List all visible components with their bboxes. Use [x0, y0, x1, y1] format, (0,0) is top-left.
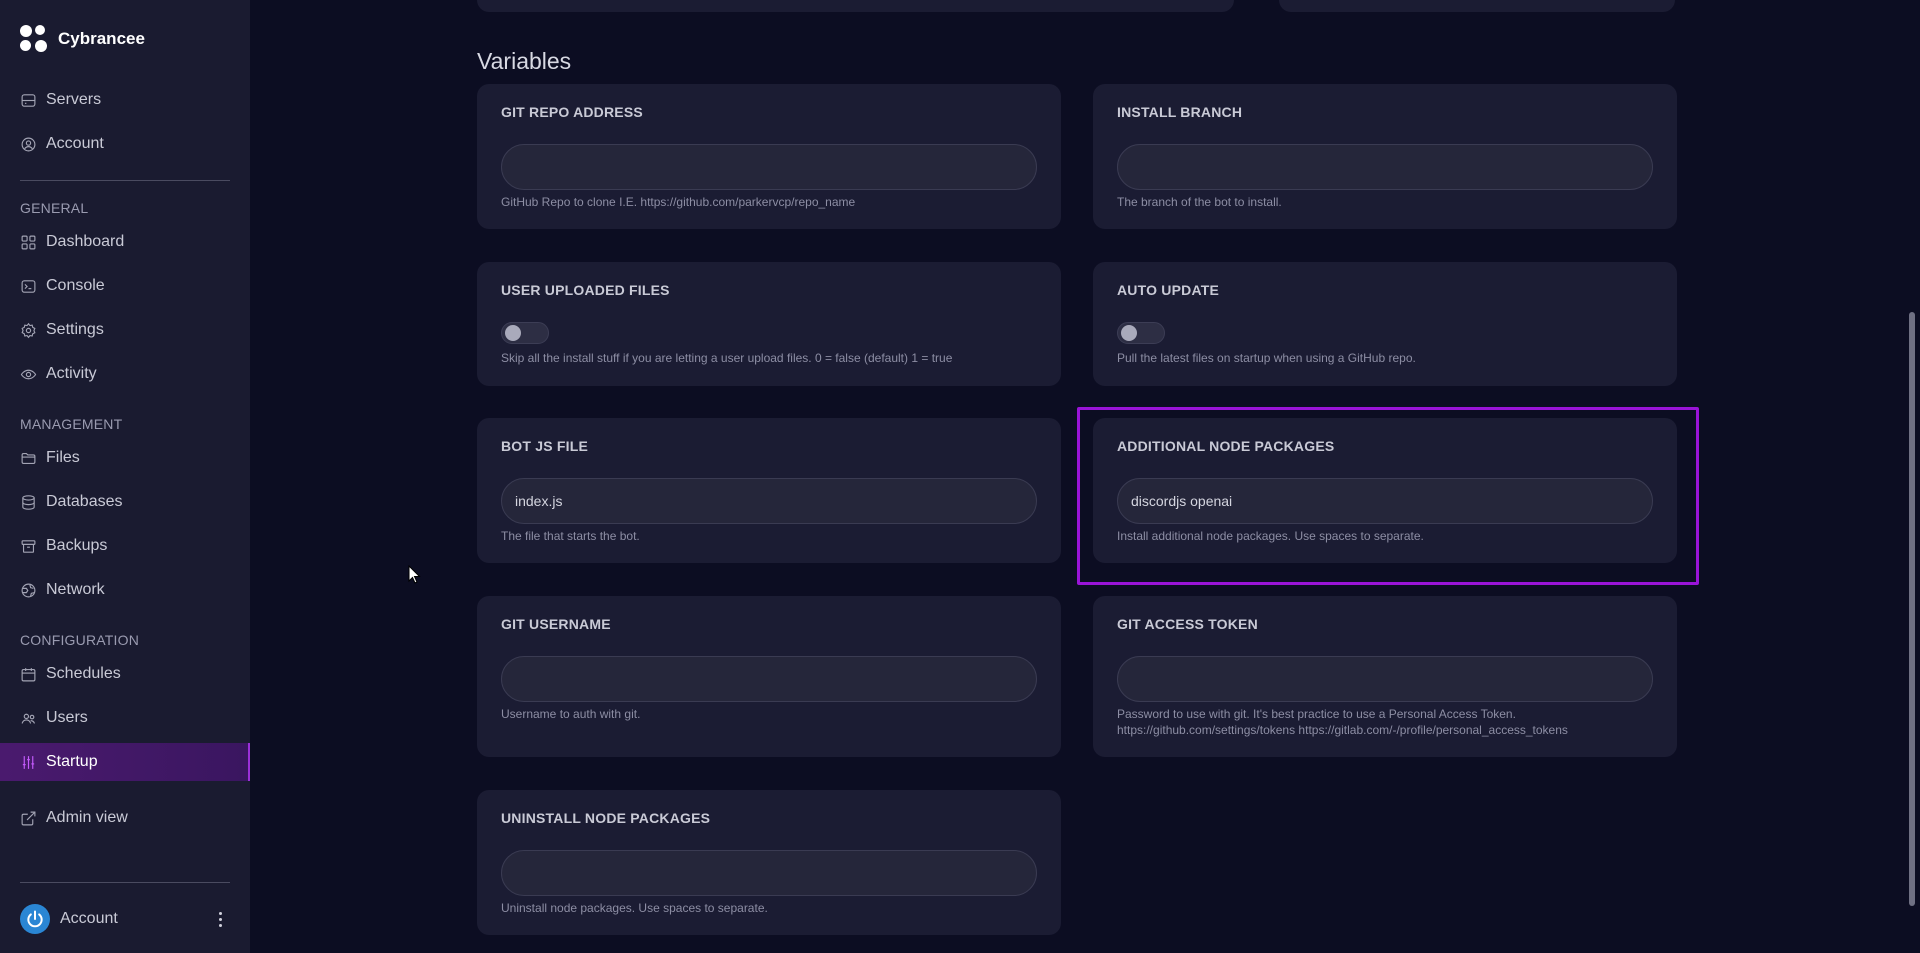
section-label-management: MANAGEMENT — [20, 416, 123, 432]
variable-hint-links: https://github.com/settings/tokens https… — [1117, 723, 1568, 737]
sidebar-item-label: Dashboard — [46, 233, 125, 250]
external-link-icon — [21, 811, 36, 825]
user-circle-icon — [21, 137, 36, 151]
variable-hint: The branch of the bot to install. — [1117, 195, 1282, 209]
variable-title: BOT JS FILE — [501, 438, 588, 454]
sidebar-item-label: Servers — [46, 91, 102, 108]
archive-icon — [21, 539, 36, 553]
variable-title: GIT USERNAME — [501, 616, 611, 632]
sidebar-item-label: Network — [46, 581, 105, 598]
grid-icon — [21, 235, 36, 249]
variable-card-auto-update: AUTO UPDATE Pull the latest files on sta… — [1093, 262, 1677, 386]
git-repo-address-input[interactable] — [501, 144, 1037, 190]
admin-view-link[interactable]: Admin view — [20, 799, 250, 837]
card-top-stub — [1279, 0, 1675, 12]
mouse-cursor-icon — [408, 565, 421, 584]
variable-card-git-repo-address: GIT REPO ADDRESS GitHub Repo to clone I.… — [477, 84, 1061, 229]
variable-card-bot-js-file: BOT JS FILE The file that starts the bot… — [477, 418, 1061, 563]
git-access-token-input[interactable] — [1117, 656, 1653, 702]
sidebar-item-label: Users — [46, 709, 88, 726]
sidebar-item-schedules[interactable]: Schedules — [20, 655, 250, 693]
sidebar-item-backups[interactable]: Backups — [20, 527, 250, 565]
power-icon — [27, 910, 43, 928]
page-title: Variables — [477, 48, 572, 74]
git-username-input[interactable] — [501, 656, 1037, 702]
variable-title: UNINSTALL NODE PACKAGES — [501, 810, 711, 826]
admin-view-label: Admin view — [46, 809, 128, 826]
sidebar-item-files[interactable]: Files — [20, 439, 250, 477]
install-branch-input[interactable] — [1117, 144, 1653, 190]
variable-title: GIT ACCESS TOKEN — [1117, 616, 1258, 632]
sidebar-item-label: Files — [46, 449, 80, 466]
variable-hint: Skip all the install stuff if you are le… — [501, 351, 953, 365]
sidebar-item-label: Startup — [46, 753, 98, 770]
avatar — [20, 904, 50, 934]
sidebar-item-activity[interactable]: Activity — [20, 355, 250, 393]
section-label-configuration: CONFIGURATION — [20, 632, 140, 648]
section-label-general: GENERAL — [20, 200, 89, 216]
variable-card-uninstall-node-packages: UNINSTALL NODE PACKAGES Uninstall node p… — [477, 790, 1061, 935]
brand-logo-icon — [20, 25, 48, 53]
variable-title: AUTO UPDATE — [1117, 282, 1220, 298]
sidebar-item-label: Account — [46, 135, 104, 152]
gear-icon — [21, 322, 36, 338]
sidebar-item-network[interactable]: Network — [20, 571, 250, 609]
variable-card-install-branch: INSTALL BRANCH The branch of the bot to … — [1093, 84, 1677, 229]
toggle-knob — [1121, 325, 1137, 341]
database-icon — [22, 494, 35, 510]
sidebar-item-label: Backups — [46, 537, 108, 554]
terminal-icon — [21, 279, 36, 293]
sidebar-item-label: Databases — [46, 493, 123, 510]
variable-title: GIT REPO ADDRESS — [501, 104, 643, 120]
toggle-knob — [505, 325, 521, 341]
sidebar-item-console[interactable]: Console — [20, 267, 250, 305]
sidebar-item-startup[interactable]: Startup — [0, 743, 250, 781]
sidebar-item-label: Activity — [46, 365, 97, 382]
calendar-icon — [21, 667, 36, 681]
variable-card-user-uploaded-files: USER UPLOADED FILES Skip all the install… — [477, 262, 1061, 386]
sidebar-item-databases[interactable]: Databases — [20, 483, 250, 521]
folder-icon — [21, 452, 36, 464]
variable-card-git-access-token: GIT ACCESS TOKEN Password to use with gi… — [1093, 596, 1677, 757]
sidebar-item-dashboard[interactable]: Dashboard — [20, 223, 250, 261]
server-icon — [21, 93, 36, 107]
account-name: Account — [60, 910, 118, 927]
sidebar-divider — [20, 882, 230, 883]
sidebar-item-label: Console — [46, 277, 105, 294]
account-menu[interactable]: Account — [20, 904, 230, 934]
sidebar-item-users[interactable]: Users — [20, 699, 250, 737]
eye-icon — [20, 369, 37, 379]
sidebar-item-servers[interactable]: Servers — [20, 81, 250, 119]
variable-hint: GitHub Repo to clone I.E. https://github… — [501, 195, 856, 209]
sliders-icon — [22, 755, 35, 769]
brand[interactable]: Cybrancee — [20, 24, 145, 54]
globe-icon — [21, 583, 36, 597]
user-uploaded-files-toggle[interactable] — [501, 322, 549, 344]
sidebar-item-label: Settings — [46, 321, 104, 338]
variable-title: INSTALL BRANCH — [1117, 104, 1243, 120]
variable-card-git-username: GIT USERNAME Username to auth with git. — [477, 596, 1061, 757]
users-icon — [21, 713, 36, 724]
card-top-stub — [477, 0, 1234, 12]
scrollbar[interactable] — [1909, 312, 1915, 906]
sidebar-item-account[interactable]: Account — [20, 125, 250, 163]
auto-update-toggle[interactable] — [1117, 322, 1165, 344]
variable-hint: Username to auth with git. — [501, 707, 641, 721]
sidebar-divider — [20, 180, 230, 181]
variable-hint: Password to use with git. It's best prac… — [1117, 707, 1516, 721]
sidebar-item-label: Schedules — [46, 665, 121, 682]
brand-name: Cybrancee — [58, 29, 145, 48]
sidebar: Cybrancee Servers Account GENERAL Dashbo… — [0, 0, 250, 953]
more-options-icon[interactable] — [210, 909, 230, 929]
variable-hint: Uninstall node packages. Use spaces to s… — [501, 901, 768, 915]
bot-js-file-input[interactable] — [501, 478, 1037, 524]
variable-title: USER UPLOADED FILES — [501, 282, 670, 298]
sidebar-item-settings[interactable]: Settings — [20, 311, 250, 349]
focus-highlight — [1077, 407, 1699, 585]
uninstall-node-packages-input[interactable] — [501, 850, 1037, 896]
variable-hint: Pull the latest files on startup when us… — [1117, 351, 1416, 365]
variable-hint: The file that starts the bot. — [501, 529, 640, 543]
